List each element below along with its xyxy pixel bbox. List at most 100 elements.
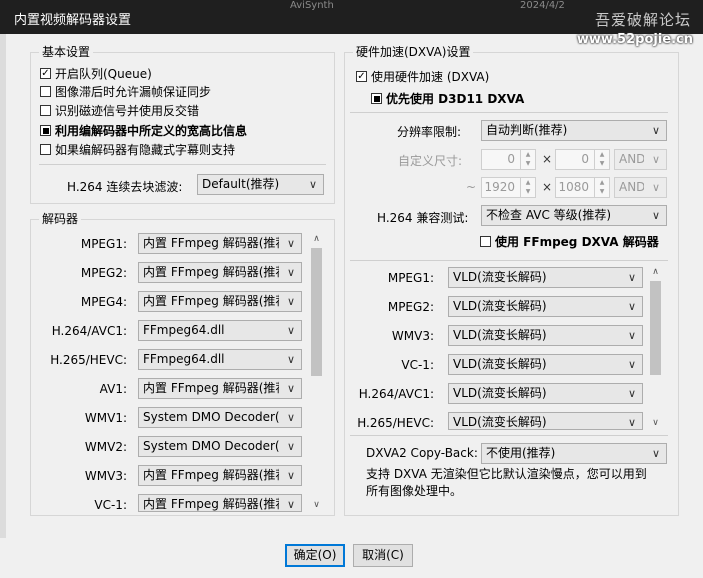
chevron-down-icon: ∨: [286, 266, 295, 279]
decoder-select-h264[interactable]: FFmpeg64.dll ∨: [138, 320, 302, 341]
scroll-down-icon[interactable]: ∨: [648, 416, 663, 430]
dxva-select-h265[interactable]: VLD(流变长解码) ∨: [448, 412, 643, 430]
custom-width-value: 0: [507, 152, 515, 166]
chevron-down-icon: ∨: [286, 440, 295, 453]
custom-size-label: 自定义尺寸:: [398, 154, 463, 168]
basic-settings-title: 基本设置: [39, 45, 94, 59]
closed-caption-checkbox[interactable]: 如果编解码器有隐藏式字幕则支持: [40, 141, 235, 158]
queue-checkbox[interactable]: 开启队列(Queue): [40, 65, 152, 82]
chevron-down-icon: ∨: [651, 153, 660, 166]
scroll-up-icon[interactable]: ∧: [309, 232, 324, 246]
chevron-down-icon: ∨: [286, 469, 295, 482]
decoder-row-label: MPEG1:: [80, 237, 127, 251]
custom-op-value: AND: [619, 152, 644, 166]
aspect-ratio-checkbox[interactable]: 利用编解码器中所定义的宽高比信息: [40, 122, 247, 139]
watermark-logo-text: 吾爱破解论坛: [594, 11, 691, 29]
tape-signal-checkbox[interactable]: 识别磁迹信号并使用反交错: [40, 102, 199, 119]
resolution-limit-select[interactable]: 自动判断(推荐) ∨: [481, 120, 667, 141]
max-height-value: 1080: [558, 180, 589, 194]
spinner-arrows-icon[interactable]: ▲ ▼: [594, 178, 609, 197]
use-ffmpeg-dxva-checkbox[interactable]: 使用 FFmpeg DXVA 解码器: [480, 233, 659, 250]
cancel-button[interactable]: 取消(C): [353, 544, 413, 567]
decoders-scroll-thumb[interactable]: [311, 248, 322, 376]
chevron-down-icon: ∨: [627, 329, 636, 342]
dxva-scroll-thumb[interactable]: [650, 281, 661, 375]
decoder-select-wmv1[interactable]: System DMO Decoder(推荐) ∨: [138, 407, 302, 428]
decoder-select-value: 内置 FFmpeg 解码器(推荐): [143, 294, 279, 308]
dxva-select-value: VLD(流变长解码): [453, 415, 547, 429]
decoders-scrollbar[interactable]: ∧ ∨: [309, 232, 324, 512]
dxva-row-label: H.264/AVC1:: [358, 387, 434, 401]
h264-deblock-label: H.264 连续去块滤波:: [67, 180, 183, 194]
title-bar[interactable]: 内置视频解码器设置 AviSynth 2024/4/2 吾爱破解论坛: [0, 0, 703, 34]
use-dxva-checkbox[interactable]: 使用硬件加速 (DXVA): [356, 68, 489, 85]
decoder-select-mpeg2[interactable]: 内置 FFmpeg 解码器(推荐) ∨: [138, 262, 302, 283]
background-window-title: AviSynth: [290, 0, 334, 11]
decoder-row-label: WMV3:: [84, 469, 127, 483]
decoder-row-label: VC-1:: [94, 498, 127, 512]
decoder-select-mpeg4[interactable]: 内置 FFmpeg 解码器(推荐) ∨: [138, 291, 302, 312]
left-window-edge: [0, 34, 6, 578]
decoder-select-av1[interactable]: 内置 FFmpeg 解码器(推荐) ∨: [138, 378, 302, 399]
decoders-title: 解码器: [39, 212, 82, 226]
max-op-value: AND: [619, 180, 644, 194]
dxva-scrollbar[interactable]: ∧ ∨: [648, 265, 663, 430]
checkbox-checked-icon: [356, 71, 367, 82]
chevron-down-icon: ∨: [627, 358, 636, 371]
hw-separator-mid: [350, 260, 668, 261]
decoder-row-label: H.264/AVC1:: [51, 324, 127, 338]
times-sign: ×: [542, 180, 553, 194]
checkbox-empty-icon: [40, 105, 51, 116]
spinner-arrows-icon[interactable]: ▲ ▼: [520, 150, 535, 169]
prefer-d3d11-checkbox[interactable]: 优先使用 D3D11 DXVA: [371, 90, 524, 107]
decoder-select-wmv3[interactable]: 内置 FFmpeg 解码器(推荐) ∨: [138, 465, 302, 486]
dxva-select-value: VLD(流变长解码): [453, 299, 547, 313]
dxva-select-h264[interactable]: VLD(流变长解码) ∨: [448, 383, 643, 404]
dxva-select-vc1[interactable]: VLD(流变长解码) ∨: [448, 354, 643, 375]
custom-width-spinner[interactable]: 0 ▲ ▼: [481, 149, 536, 170]
allow-frame-drop-checkbox[interactable]: 图像滞后时允许漏帧保证同步: [40, 83, 211, 100]
hw-separator-top: [350, 112, 668, 113]
scroll-up-icon[interactable]: ∧: [648, 265, 663, 279]
spinner-arrows-icon[interactable]: ▲ ▼: [594, 150, 609, 169]
max-op-select[interactable]: AND ∨: [614, 177, 667, 198]
window-title: 内置视频解码器设置: [14, 13, 132, 28]
h264-compat-select[interactable]: 不检查 AVC 等级(推荐) ∨: [481, 205, 667, 226]
decoder-select-vc1[interactable]: 内置 FFmpeg 解码器(推荐) ∨: [138, 494, 302, 512]
dxva-select-mpeg2[interactable]: VLD(流变长解码) ∨: [448, 296, 643, 317]
h264-deblock-select[interactable]: Default(推荐) ∨: [197, 174, 324, 195]
dxva-select-value: VLD(流变长解码): [453, 386, 547, 400]
custom-op-select[interactable]: AND ∨: [614, 149, 667, 170]
basic-settings-group: 基本设置 开启队列(Queue) 图像滞后时允许漏帧保证同步 识别磁迹信号并使用…: [30, 45, 335, 204]
copyback-label: DXVA2 Copy-Back:: [366, 446, 478, 460]
hw-accel-title: 硬件加速(DXVA)设置: [353, 45, 474, 59]
spinner-arrows-icon[interactable]: ▲ ▼: [520, 178, 535, 197]
h264-compat-label: H.264 兼容测试:: [377, 211, 469, 225]
chevron-down-icon: ∨: [286, 382, 295, 395]
hw-accel-group: 硬件加速(DXVA)设置 使用硬件加速 (DXVA) 优先使用 D3D11 DX…: [344, 45, 679, 516]
dxva-select-value: VLD(流变长解码): [453, 357, 547, 371]
ok-button[interactable]: 确定(O): [285, 544, 345, 567]
tape-signal-label: 识别磁迹信号并使用反交错: [55, 104, 200, 118]
scroll-down-icon[interactable]: ∨: [309, 498, 324, 512]
dxva-row-label: H.265/HEVC:: [357, 416, 434, 430]
decoder-row-label: AV1:: [99, 382, 127, 396]
decoder-select-wmv2[interactable]: System DMO Decoder(推荐) ∨: [138, 436, 302, 457]
checkbox-checked-icon: [40, 68, 51, 79]
decoder-select-value: 内置 FFmpeg 解码器(推荐): [143, 265, 279, 279]
times-sign: ×: [542, 152, 553, 166]
decoder-select-mpeg1[interactable]: 内置 FFmpeg 解码器(推荐) ∨: [138, 233, 302, 254]
chevron-down-icon: ∨: [651, 124, 660, 137]
max-height-spinner[interactable]: 1080 ▲ ▼: [555, 177, 610, 198]
decoder-row-label: MPEG2:: [80, 266, 127, 280]
max-width-spinner[interactable]: 1920 ▲ ▼: [481, 177, 536, 198]
decoders-group: 解码器 MPEG1: 内置 FFmpeg 解码器(推荐) ∨ MPEG2: 内置 …: [30, 212, 335, 516]
closed-caption-label: 如果编解码器有隐藏式字幕则支持: [55, 143, 236, 157]
custom-height-spinner[interactable]: 0 ▲ ▼: [555, 149, 610, 170]
dxva-select-wmv3[interactable]: VLD(流变长解码) ∨: [448, 325, 643, 346]
checkbox-indeterminate-icon: [40, 125, 51, 136]
copyback-select[interactable]: 不使用(推荐) ∨: [481, 443, 667, 464]
decoder-select-h265[interactable]: FFmpeg64.dll ∨: [138, 349, 302, 370]
dxva-select-mpeg1[interactable]: VLD(流变长解码) ∨: [448, 267, 643, 288]
checkbox-empty-icon: [480, 236, 491, 247]
